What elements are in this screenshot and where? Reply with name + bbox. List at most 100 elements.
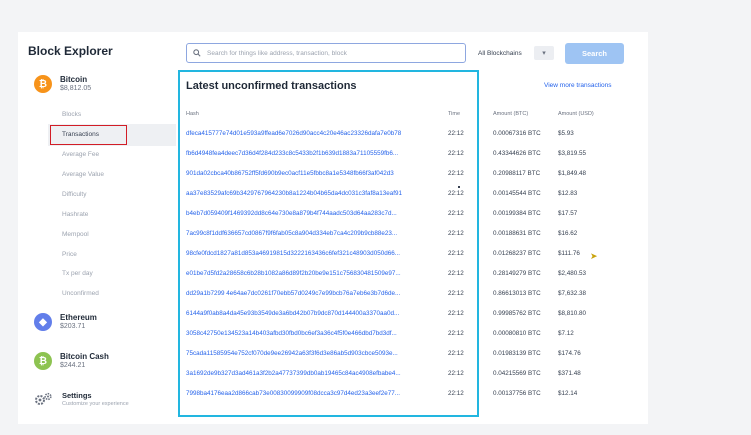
coin-name: Bitcoin: [60, 75, 88, 85]
sidebar-coin-ethereum[interactable]: ◆ Ethereum $203.71: [34, 313, 97, 331]
amount-usd: $2,480.53: [558, 270, 587, 277]
amount-usd: $12.83: [558, 190, 578, 197]
sidebar: Block Explorer ₿ Bitcoin $8,812.05 Block…: [18, 32, 178, 424]
amount-btc: 0.01983139 BTC: [493, 350, 541, 357]
blockchain-select[interactable]: All Blockchains ▾: [474, 43, 558, 63]
amount-usd: $3,819.55: [558, 150, 587, 157]
table-row[interactable]: aa37e83529afc69b3429767964230b8a1224b04b…: [186, 190, 626, 210]
amount-usd: $16.62: [558, 230, 578, 237]
amount-usd: $12.14: [558, 390, 578, 397]
column-header-usd: Amount (USD): [558, 111, 594, 117]
table-row[interactable]: 6144a9f0ab8a4da45e93b3549de3a6bd42b07b9d…: [186, 310, 626, 330]
transaction-hash-link[interactable]: 6144a9f0ab8a4da45e93b3549de3a6bd42b07b9d…: [186, 310, 442, 317]
amount-usd: $371.48: [558, 370, 581, 377]
sidebar-settings[interactable]: Settings Customize your experience: [34, 391, 129, 407]
table-row[interactable]: b4eb7d059409f1469392dd8c64e730e8a879b4f7…: [186, 210, 626, 230]
coin-name: Ethereum: [60, 313, 97, 323]
amount-btc: 0.00067316 BTC: [493, 130, 541, 137]
sidebar-coin-bitcoin-cash[interactable]: ₿ Bitcoin Cash $244.21: [34, 352, 109, 370]
search-placeholder: Search for things like address, transact…: [207, 49, 347, 57]
amount-btc: 0.20988117 BTC: [493, 170, 541, 177]
table-row[interactable]: 7998ba4176eaa2d866cab73e00830099909f08dc…: [186, 390, 626, 410]
view-more-transactions-link[interactable]: View more transactions: [544, 82, 611, 89]
table-row[interactable]: dfeca415777e74d01e593a9ffead6e7026d90acc…: [186, 130, 626, 150]
transaction-hash-link[interactable]: 98cfe0fdcd1827a81d853a46919815d322216343…: [186, 250, 442, 257]
amount-usd: $7.12: [558, 330, 574, 337]
transaction-hash-link[interactable]: 7998ba4176eaa2d866cab73e00830099909f08dc…: [186, 390, 442, 397]
transaction-time: 22:12: [448, 150, 464, 157]
coin-price: $244.21: [60, 361, 86, 369]
transaction-hash-link[interactable]: 3058c42750e134523a14b403afbd30fbd0bc6ef3…: [186, 330, 442, 337]
table-row[interactable]: 75cada11585954e752cf070de9ee26942a63f3f6…: [186, 350, 626, 370]
sidebar-item-average-value[interactable]: Average Value: [62, 171, 104, 178]
bitcoin-cash-icon: ₿: [34, 352, 52, 370]
table-row[interactable]: 901da02cbca40b86752ff5fd690b9ec0acf11e5f…: [186, 170, 626, 190]
transaction-time: 22:12: [448, 210, 464, 217]
amount-usd: $5.93: [558, 130, 574, 137]
transaction-time: 22:12: [448, 350, 464, 357]
column-header-btc: Amount (BTC): [493, 111, 529, 117]
sidebar-item-unconfirmed[interactable]: Unconfirmed: [62, 290, 99, 297]
sidebar-item-hashrate[interactable]: Hashrate: [62, 211, 88, 218]
sidebar-item-blocks[interactable]: Blocks: [62, 111, 81, 118]
table-row[interactable]: 3a1692de9b327d3ad461a3f2b2a47737399db0ab…: [186, 370, 626, 390]
transaction-time: 22:12: [448, 130, 464, 137]
sidebar-item-average-fee[interactable]: Average Fee: [62, 151, 99, 158]
transaction-hash-link[interactable]: 75cada11585954e752cf070de9ee26942a63f3f6…: [186, 350, 442, 357]
amount-btc: 0.00188631 BTC: [493, 230, 541, 237]
settings-sublabel: Customize your experience: [62, 400, 129, 407]
amount-btc: 0.00199384 BTC: [493, 210, 541, 217]
table-row[interactable]: e01be7d5fd2a28658c6b28b1082a86d89f2b20be…: [186, 270, 626, 290]
transaction-time: 22:12: [448, 330, 464, 337]
transaction-hash-link[interactable]: 901da02cbca40b86752ff5fd690b9ec0acf11e5f…: [186, 170, 442, 177]
transaction-time: 22:12: [448, 310, 464, 317]
sidebar-item-difficulty[interactable]: Difficulty: [62, 191, 86, 198]
transaction-time: 22:12: [448, 290, 464, 297]
transaction-time: 22:12: [448, 270, 464, 277]
transaction-hash-link[interactable]: 7ac99c8f1ddf636657cd0867f9f6fab05c8a904d…: [186, 230, 442, 237]
stray-dot: [458, 186, 460, 188]
column-header-hash: Hash: [186, 111, 199, 117]
transaction-hash-link[interactable]: dd29a1b7299 4e64ae7dc0261f70ebb57d0249c7…: [186, 290, 442, 297]
table-row[interactable]: 7ac99c8f1ddf636657cd0867f9f6fab05c8a904d…: [186, 230, 626, 250]
transaction-hash-link[interactable]: fb6d4948fea4deec7d36d4f284d233c8c5433b2f…: [186, 150, 442, 157]
search-button[interactable]: Search: [565, 43, 624, 64]
sidebar-item-transactions[interactable]: Transactions: [62, 131, 99, 138]
sidebar-item-price[interactable]: Price: [62, 251, 77, 258]
transaction-time: 22:12: [448, 370, 464, 377]
table-row[interactable]: 98cfe0fdcd1827a81d853a46919815d322216343…: [186, 250, 626, 270]
transaction-hash-link[interactable]: e01be7d5fd2a28658c6b28b1082a86d89f2b20be…: [186, 270, 442, 277]
table-row[interactable]: dd29a1b7299 4e64ae7dc0261f70ebb57d0249c7…: [186, 290, 626, 310]
ethereum-icon: ◆: [34, 313, 52, 331]
sidebar-item-mempool[interactable]: Mempool: [62, 231, 89, 238]
transaction-hash-link[interactable]: b4eb7d059409f1469392dd8c64e730e8a879b4f7…: [186, 210, 442, 217]
amount-usd: $7,632.38: [558, 290, 587, 297]
amount-btc: 0.00145544 BTC: [493, 190, 541, 197]
coin-price: $203.71: [60, 322, 86, 330]
amount-btc: 0.28149279 BTC: [493, 270, 541, 277]
amount-btc: 0.00137756 BTC: [493, 390, 541, 397]
transaction-hash-link[interactable]: aa37e83529afc69b3429767964230b8a1224b04b…: [186, 190, 442, 197]
transaction-time: 22:12: [448, 250, 464, 257]
search-input[interactable]: Search for things like address, transact…: [186, 43, 466, 63]
amount-usd: $8,810.80: [558, 310, 587, 317]
amount-btc: 0.86613013 BTC: [493, 290, 541, 297]
transaction-hash-link[interactable]: 3a1692de9b327d3ad461a3f2b2a47737399db0ab…: [186, 370, 442, 377]
transaction-hash-link[interactable]: dfeca415777e74d01e593a9ffead6e7026d90acc…: [186, 130, 442, 137]
column-header-time: Time: [448, 111, 461, 117]
table-row[interactable]: fb6d4948fea4deec7d36d4f284d233c8c5433b2f…: [186, 150, 626, 170]
amount-usd: $174.76: [558, 350, 581, 357]
table-row[interactable]: 3058c42750e134523a14b403afbd30fbd0bc6ef3…: [186, 330, 626, 350]
chevron-down-icon: ▾: [534, 46, 554, 60]
sidebar-item-tx-per-day[interactable]: Tx per day: [62, 270, 93, 277]
blockchain-select-value: All Blockchains: [478, 49, 522, 57]
transaction-time: 22:12: [448, 170, 464, 177]
amount-usd: $17.57: [558, 210, 578, 217]
block-explorer-panel: Block Explorer ₿ Bitcoin $8,812.05 Block…: [18, 32, 648, 424]
sidebar-coin-bitcoin[interactable]: ₿ Bitcoin $8,812.05: [34, 75, 91, 93]
amount-btc: 0.00080810 BTC: [493, 330, 541, 337]
amount-usd: $1,849.48: [558, 170, 587, 177]
gears-icon: [35, 393, 52, 406]
bitcoin-icon: ₿: [34, 75, 52, 93]
mouse-cursor-icon: ➤: [590, 251, 598, 261]
